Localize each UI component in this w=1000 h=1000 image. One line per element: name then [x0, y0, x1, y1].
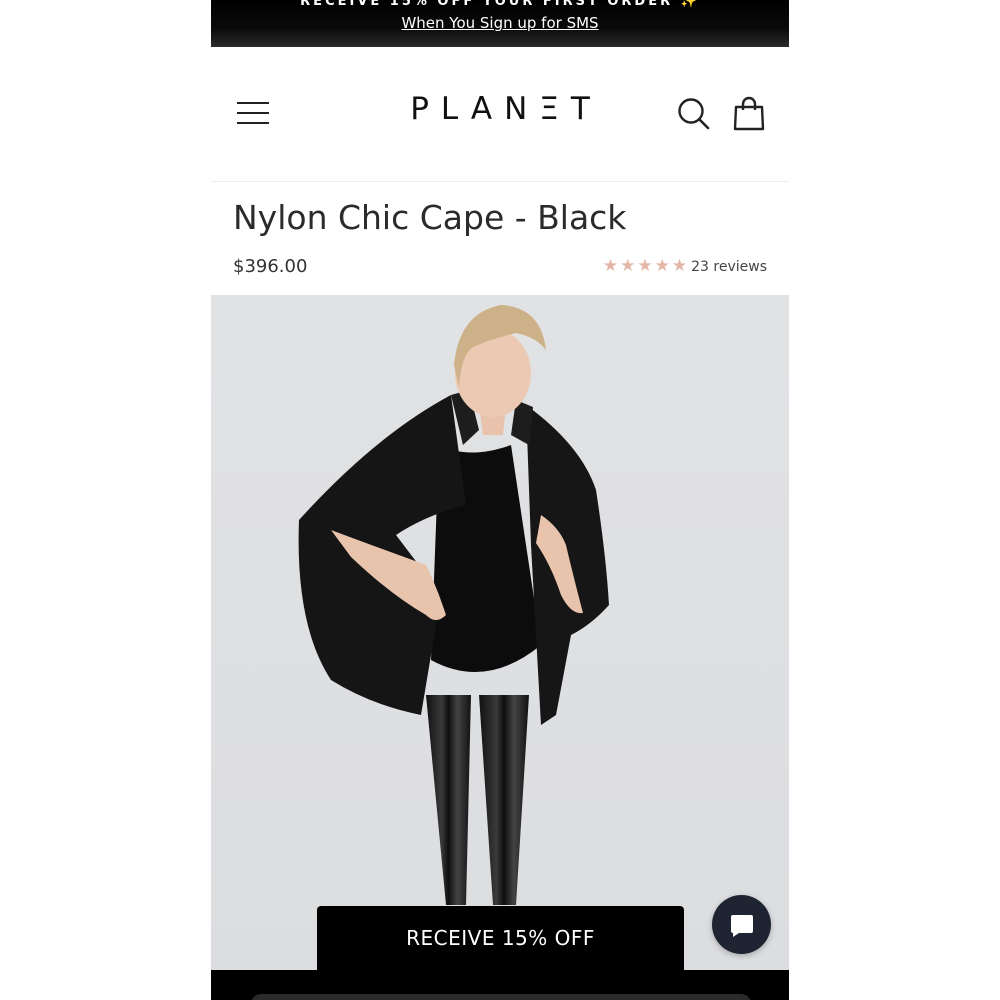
announcement-headline: RECEIVE 15% OFF YOUR FIRST ORDER ✨ — [300, 0, 700, 9]
reviews-count[interactable]: 23 reviews — [691, 259, 767, 275]
announcement-bar[interactable]: RECEIVE 15% OFF YOUR FIRST ORDER ✨ When … — [211, 0, 789, 47]
chat-bubble-icon[interactable] — [712, 895, 771, 954]
bottom-browser-bar — [211, 970, 789, 1000]
receive-offer-button[interactable]: RECEIVE 15% OFF — [317, 906, 684, 970]
mobile-viewport: RECEIVE 15% OFF YOUR FIRST ORDER ✨ When … — [211, 0, 789, 1000]
star-icon: ★ — [654, 256, 670, 276]
site-header: PLANΞT — [211, 47, 789, 181]
bottom-bar-pill — [251, 994, 751, 1000]
sms-signup-link[interactable]: When You Sign up for SMS — [211, 14, 789, 32]
shopping-bag-icon[interactable] — [731, 95, 767, 133]
product-rating[interactable]: ★ ★ ★ ★ ★ 23 reviews — [603, 258, 767, 275]
star-icon: ★ — [602, 256, 619, 276]
star-icon: ★ — [637, 256, 653, 276]
star-icon: ★ — [671, 256, 688, 276]
header-divider — [211, 181, 789, 182]
product-title: Nylon Chic Cape - Black — [233, 198, 627, 237]
product-image[interactable] — [211, 295, 789, 975]
star-icon: ★ — [620, 256, 636, 276]
star-rating: ★ ★ ★ ★ ★ — [603, 258, 687, 275]
search-icon[interactable] — [675, 95, 713, 133]
product-price: $396.00 — [233, 256, 308, 277]
